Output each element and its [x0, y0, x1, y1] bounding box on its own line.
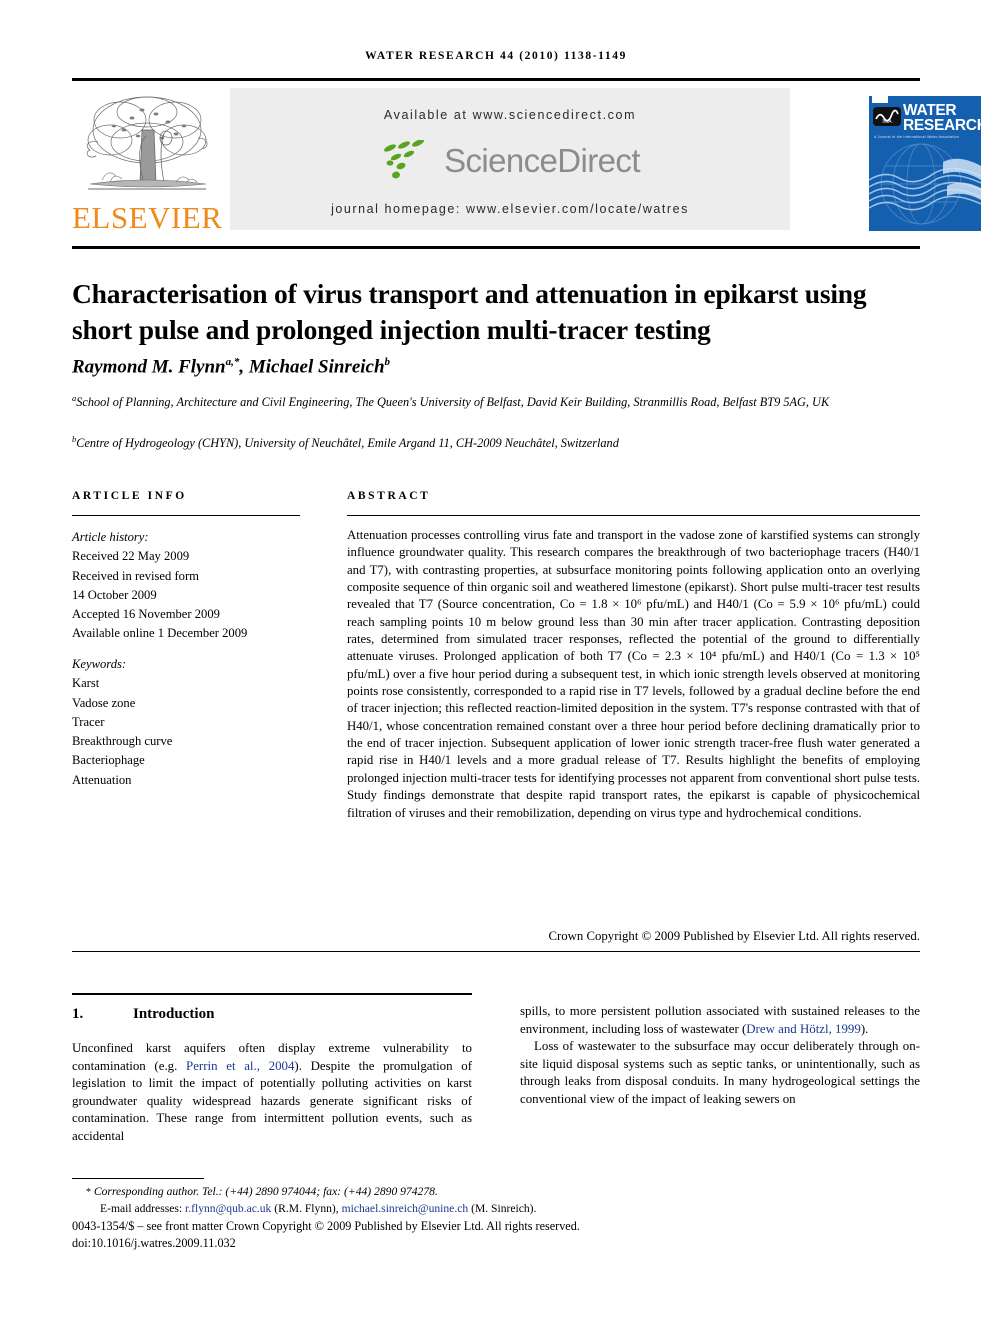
- keyword-item: Attenuation: [72, 772, 132, 787]
- body-column-right: spills, to more persistent pollution ass…: [520, 1003, 920, 1109]
- keywords-label: Keywords:: [72, 657, 127, 671]
- keyword-item: Vadose zone: [72, 695, 136, 710]
- footnote-rule: [72, 1178, 204, 1179]
- affiliation-b: bCentre of Hydrogeology (CHYN), Universi…: [72, 434, 619, 451]
- keyword-item: Karst: [72, 676, 100, 691]
- sciencedirect-wordmark: ScienceDirect: [444, 142, 640, 179]
- svg-text:IWA: IWA: [882, 119, 892, 125]
- cover-subtitle: A Journal of the International Water Ass…: [874, 135, 959, 139]
- sciencedirect-logo[interactable]: ScienceDirect: [230, 140, 790, 182]
- page-title: Characterisation of virus transport and …: [72, 278, 867, 346]
- paragraph-text-post: ).: [860, 1021, 869, 1036]
- abstract-rule: [347, 515, 920, 516]
- section-number: 1.: [72, 1006, 84, 1022]
- journal-homepage-text[interactable]: journal homepage: www.elsevier.com/locat…: [230, 202, 790, 216]
- keyword-item: Tracer: [72, 714, 105, 729]
- email-owner-sinreich: (M. Sinreich).: [471, 1202, 537, 1216]
- keyword-item: Breakthrough curve: [72, 734, 173, 749]
- email-label: E-mail addresses:: [100, 1202, 183, 1216]
- article-info-heading: ARTICLE INFO: [72, 490, 187, 502]
- body-column-left: Unconfined karst aquifers often display …: [72, 1040, 472, 1146]
- abstract-copyright: Crown Copyright © 2009 Published by Else…: [548, 929, 920, 943]
- header-rule-top: [72, 78, 920, 81]
- history-item: Received in revised form: [72, 568, 199, 583]
- section-rule: [72, 993, 472, 995]
- citation-link-perrin[interactable]: Perrin et al., 2004: [186, 1059, 294, 1073]
- cover-globe-waves-icon: [869, 143, 981, 225]
- history-item: Accepted 16 November 2009: [72, 607, 220, 622]
- corresponding-author-text: Corresponding author. Tel.: (+44) 2890 9…: [93, 1185, 438, 1198]
- keyword-item: Bacteriophage: [72, 753, 145, 768]
- author-list: Raymond M. Flynna,*, Michael Sinreichb: [72, 356, 391, 378]
- available-at-text: Available at www.sciencedirect.com: [383, 108, 637, 122]
- running-head: WATER RESEARCH 44 (2010) 1138-1149: [365, 50, 627, 62]
- email-line: E-mail addresses: r.flynn@qub.ac.uk (R.M…: [72, 1201, 920, 1217]
- paragraph: spills, to more persistent pollution ass…: [520, 1003, 920, 1038]
- email-owner-flynn: (R.M. Flynn),: [274, 1202, 339, 1216]
- paragraph: Unconfined karst aquifers often display …: [72, 1040, 472, 1146]
- paragraph: Loss of wastewater to the subsurface may…: [520, 1039, 920, 1106]
- masthead: ELSEVIER Available at www.sciencedirect.…: [72, 88, 981, 240]
- history-item: 14 October 2009: [72, 587, 157, 602]
- abstract-bottom-rule: [72, 951, 920, 952]
- footnote-block: * Corresponding author. Tel.: (+44) 2890…: [72, 1184, 920, 1218]
- email-link-sinreich[interactable]: michael.sinreich@unine.ch: [342, 1202, 469, 1215]
- article-info-rule: [72, 515, 300, 516]
- cover-corner-mark: [872, 90, 888, 103]
- history-item: Received 22 May 2009: [72, 549, 190, 564]
- sciencedirect-leaf-icon: [384, 140, 425, 179]
- doi-line: doi:10.1016/j.watres.2009.11.032: [72, 1235, 236, 1250]
- issn-block: 0043-1354/$ – see front matter Crown Cop…: [72, 1218, 920, 1251]
- keyword-list: Keywords: Karst Vadose zone Tracer Break…: [72, 655, 307, 790]
- section-title: Introduction: [133, 1006, 215, 1022]
- citation-link-drew-hotzl[interactable]: Drew and Hötzl, 1999: [746, 1022, 861, 1036]
- abstract-text: Attenuation processes controlling virus …: [347, 528, 920, 820]
- cover-title: WATER RESEARCH: [903, 103, 981, 134]
- iwa-logo-icon: IWA: [873, 107, 901, 126]
- cover-title-line2: RESEARCH: [903, 116, 981, 134]
- article-history: Article history: Received 22 May 2009 Re…: [72, 528, 307, 644]
- elsevier-logo: ELSEVIER: [72, 88, 224, 240]
- affiliation-a: aSchool of Planning, Architecture and Ci…: [72, 393, 830, 410]
- elsevier-tree-icon: [86, 96, 208, 190]
- footnote-asterisk: *: [86, 1187, 91, 1198]
- sciencedirect-band: Available at www.sciencedirect.com Scien…: [230, 88, 790, 230]
- corresponding-author-line: * Corresponding author. Tel.: (+44) 2890…: [72, 1184, 920, 1201]
- email-link-flynn[interactable]: r.flynn@qub.ac.uk: [185, 1202, 271, 1215]
- abstract-heading: ABSTRACT: [347, 490, 431, 502]
- masthead-rule-bottom: [72, 246, 920, 249]
- cover-bottom-bar: [869, 231, 981, 240]
- journal-cover-image: IWA WATER RESEARCH A Journal of the Inte…: [869, 88, 981, 240]
- elsevier-wordmark: ELSEVIER: [72, 200, 223, 235]
- article-history-label: Article history:: [72, 530, 149, 544]
- issn-line: 0043-1354/$ – see front matter Crown Cop…: [72, 1219, 580, 1233]
- journal-article-page: WATER RESEARCH 44 (2010) 1138-1149 ELSEV…: [0, 0, 992, 1323]
- history-item: Available online 1 December 2009: [72, 626, 248, 641]
